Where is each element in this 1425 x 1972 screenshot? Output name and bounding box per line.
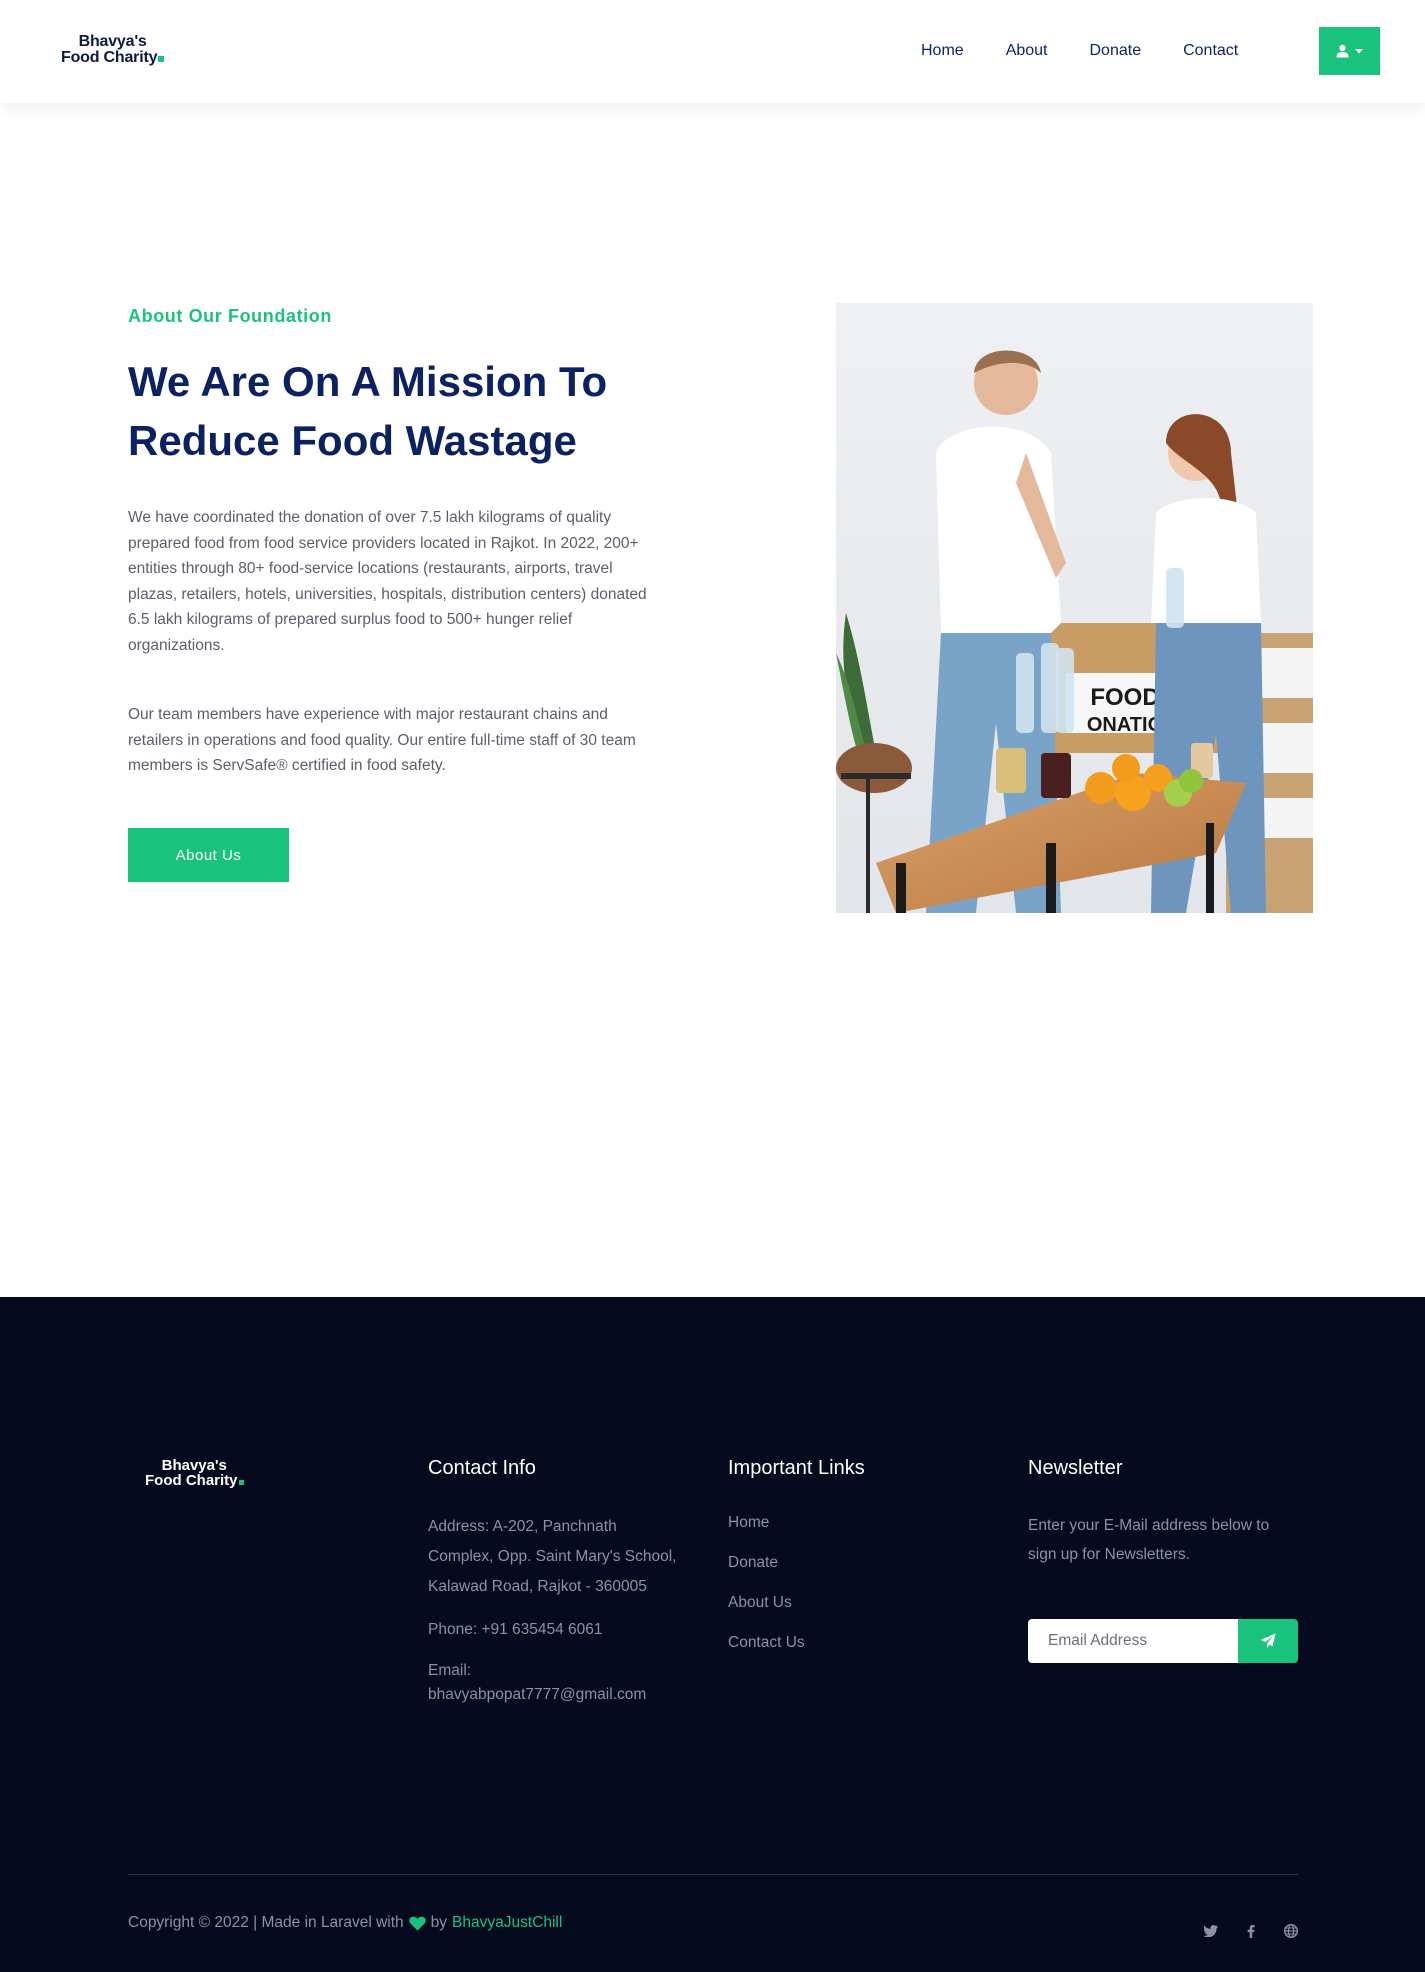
- footer-link-home[interactable]: Home: [728, 1514, 769, 1532]
- about-paragraph-2: Our team members have experience with ma…: [128, 706, 636, 775]
- contact-email[interactable]: bhavyabpopat7777@gmail.com: [428, 1683, 646, 1707]
- main-nav: Home About Donate Contact: [921, 42, 1280, 60]
- user-icon: [1336, 44, 1349, 58]
- contact-email-block: Email: bhavyabpopat7777@gmail.com: [428, 1659, 646, 1707]
- footer-logo-line2: Food Charity: [145, 1472, 238, 1489]
- globe-icon[interactable]: [1283, 1923, 1299, 1939]
- contact-info-title: Contact Info: [428, 1457, 536, 1479]
- logo-dot: [158, 56, 165, 62]
- newsletter-submit-button[interactable]: [1238, 1619, 1298, 1663]
- nav-donate-link[interactable]: Donate: [1090, 42, 1142, 60]
- box-label-1: FOOD: [1090, 684, 1159, 711]
- section-eyebrow: About Our Foundation: [128, 306, 332, 326]
- nav-home-link[interactable]: Home: [921, 42, 964, 60]
- address-line-3: Kalawad Road, Rajkot - 360005: [428, 1578, 647, 1595]
- about-paragraph-1: We have coordinated the donation of over…: [128, 509, 647, 654]
- newsletter-email-input[interactable]: [1028, 1619, 1238, 1663]
- contact-email-label: Email:: [428, 1662, 472, 1679]
- copyright-text: Copyright © 2022 | Made in Laravel with: [128, 1914, 404, 1931]
- address-line-1: Address: A-202, Panchnath: [428, 1518, 617, 1535]
- logo-line2: Food Charity: [61, 49, 158, 66]
- caret-down-icon: [1355, 48, 1363, 53]
- user-menu-button[interactable]: [1319, 27, 1380, 75]
- box-label-2: ONATIO: [1087, 714, 1163, 736]
- important-links-title: Important Links: [728, 1457, 865, 1479]
- copyright-by: by: [430, 1914, 448, 1931]
- paper-plane-icon: [1260, 1633, 1276, 1648]
- nav-about-link[interactable]: About: [1006, 42, 1048, 60]
- page-title: We Are On A Mission To Reduce Food Wasta…: [128, 358, 608, 464]
- address-line-2: Complex, Opp. Saint Mary's School,: [428, 1548, 677, 1565]
- volunteers-photo: FOOD ONATIO: [836, 303, 1313, 913]
- site-footer: Bhavya's Food Charity Contact Info Addre…: [0, 1297, 1425, 1972]
- footer-link-about-us[interactable]: About Us: [728, 1594, 792, 1612]
- footer-logo[interactable]: Bhavya's Food Charity: [145, 1458, 244, 1488]
- contact-phone: Phone: +91 635454 6061: [428, 1621, 603, 1638]
- contact-address: Address: A-202, Panchnath Complex, Opp. …: [428, 1512, 676, 1602]
- newsletter-title: Newsletter: [1028, 1457, 1123, 1479]
- author-link[interactable]: BhavyaJustChill: [452, 1914, 562, 1932]
- footer-divider: [128, 1874, 1298, 1875]
- site-header: Bhavya's Food Charity Home About Donate …: [0, 0, 1425, 103]
- newsletter-line-1: Enter your E-Mail address below to: [1028, 1517, 1270, 1534]
- about-us-button[interactable]: About Us: [128, 828, 289, 882]
- nav-contact-link[interactable]: Contact: [1183, 42, 1238, 60]
- facebook-icon[interactable]: [1243, 1923, 1259, 1939]
- copyright: Copyright © 2022 | Made in Laravel with …: [128, 1914, 562, 1932]
- logo-line1: Bhavya's: [78, 33, 147, 50]
- footer-logo-line1: Bhavya's: [161, 1457, 227, 1474]
- footer-logo-dot: [238, 1480, 244, 1485]
- twitter-icon[interactable]: [1203, 1923, 1219, 1939]
- footer-link-contact-us[interactable]: Contact Us: [728, 1634, 805, 1652]
- newsletter-description: Enter your E-Mail address below to sign …: [1028, 1511, 1269, 1569]
- footer-link-donate[interactable]: Donate: [728, 1554, 778, 1572]
- newsletter-line-2: sign up for Newsletters.: [1028, 1546, 1190, 1563]
- heart-icon: [408, 1916, 426, 1930]
- site-logo[interactable]: Bhavya's Food Charity: [61, 33, 165, 66]
